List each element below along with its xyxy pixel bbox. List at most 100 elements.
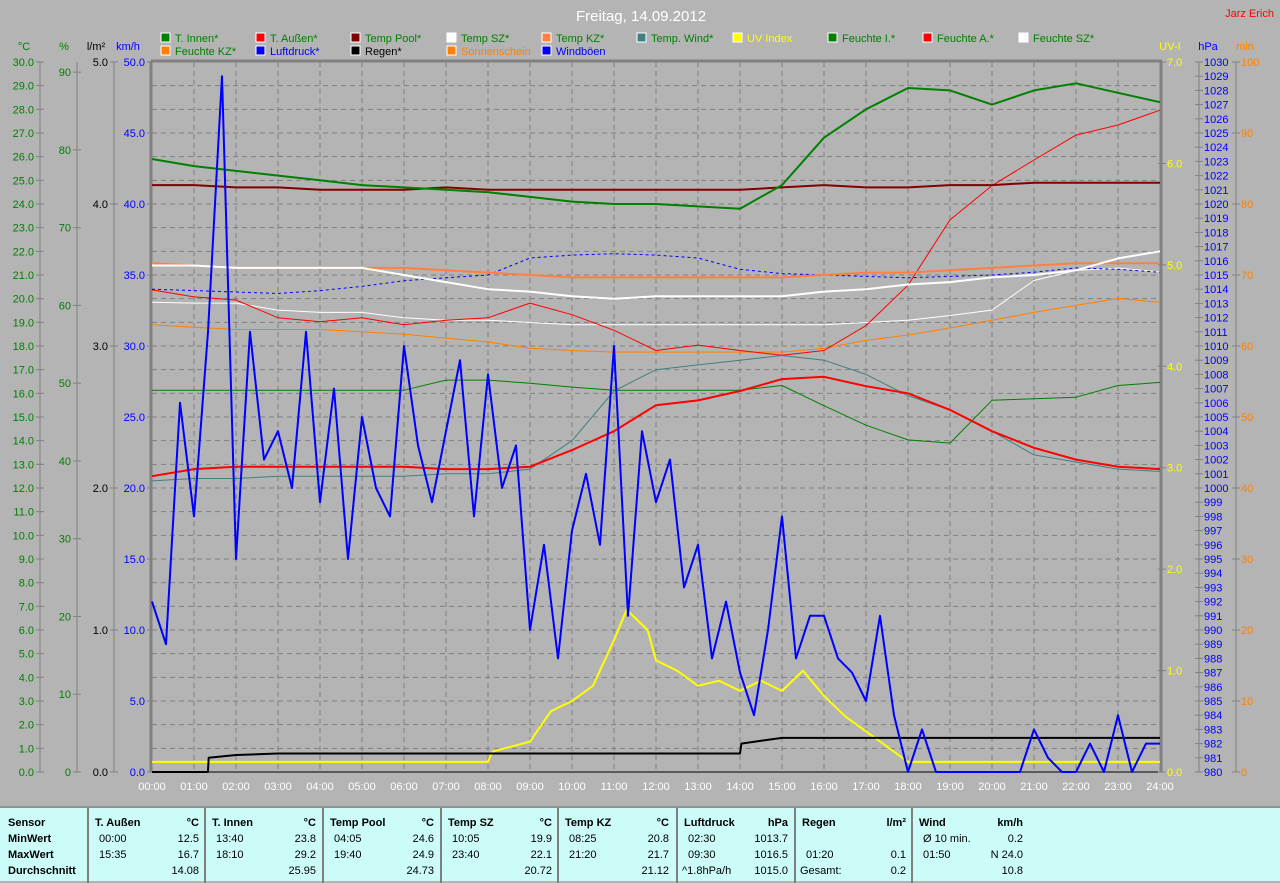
column-separator (911, 808, 913, 883)
section-unit: hPa (767, 817, 788, 829)
temp-tick-label: 4.0 (19, 672, 34, 684)
author-label: Jarz Erich (1225, 8, 1274, 20)
x-tick-label: 02:00 (222, 781, 250, 793)
hpa-tick-label: 980 (1204, 767, 1222, 779)
x-tick-label: 13:00 (684, 781, 712, 793)
legend-label: UV Index (747, 33, 793, 45)
max-time: 15:35 (99, 849, 127, 861)
wind-axis-unit: km/h (116, 41, 140, 53)
legend-label: Temp SZ* (461, 33, 510, 45)
column-separator (87, 808, 89, 883)
max-value: 22.1 (530, 849, 552, 861)
legend-swatch (732, 32, 743, 43)
rain-tick-label: 0.0 (93, 767, 108, 779)
hum-tick-label: 40 (59, 456, 71, 468)
hpa-tick-label: 1016 (1204, 256, 1228, 268)
temp-tick-label: 25.0 (13, 175, 34, 187)
column-separator (676, 808, 678, 883)
uv-tick-label: 1.0 (1167, 666, 1182, 678)
hpa-tick-label: 986 (1204, 682, 1222, 694)
min-tick-label: 60 (1241, 341, 1253, 353)
temp-tick-label: 7.0 (19, 601, 34, 613)
x-tick-label: 12:00 (642, 781, 670, 793)
section-unit: °C (539, 817, 552, 829)
statistics-table: Sensor MinWert MaxWert Durchschnitt T. Außen… (0, 806, 1280, 883)
temp-tick-label: 16.0 (13, 388, 34, 400)
max-time: 09:30 (688, 849, 716, 861)
legend-swatch (160, 32, 171, 43)
legend-label: T. Außen* (270, 33, 318, 45)
hpa-tick-label: 985 (1204, 696, 1222, 708)
hpa-tick-label: 991 (1204, 611, 1222, 623)
min-tick-label: 90 (1241, 128, 1253, 140)
wind-tick-label: 30.0 (124, 341, 145, 353)
section-unit: °C (303, 817, 316, 829)
temp-tick-label: 2.0 (19, 720, 34, 732)
wind-tick-label: 40.0 (124, 199, 145, 211)
chart-background (0, 0, 1280, 806)
row-label: MaxWert (8, 849, 54, 861)
wind-tick-label: 35.0 (124, 270, 145, 282)
column-separator (440, 808, 442, 883)
hpa-tick-label: 1008 (1204, 369, 1228, 381)
min-value: 12.5 (177, 833, 199, 845)
temp-tick-label: 19.0 (13, 317, 34, 329)
legend-swatch (255, 32, 266, 43)
hpa-tick-label: 1015 (1204, 270, 1228, 282)
hpa-axis-unit: hPa (1198, 41, 1218, 53)
x-tick-label: 15:00 (768, 781, 796, 793)
min-time: 02:30 (688, 833, 716, 845)
hpa-tick-label: 1013 (1204, 298, 1228, 310)
section-name: T. Innen (212, 817, 253, 829)
wind-tick-label: 15.0 (124, 554, 145, 566)
hpa-tick-label: 981 (1204, 753, 1222, 765)
temp-tick-label: 13.0 (13, 459, 34, 471)
min-time: 04:05 (334, 833, 362, 845)
min-tick-label: 70 (1241, 270, 1253, 282)
rain-tick-label: 4.0 (93, 199, 108, 211)
min-time: Ø 10 min. (923, 833, 971, 845)
temp-tick-label: 29.0 (13, 81, 34, 93)
avg-value: 24.73 (406, 865, 434, 877)
min-tick-label: 20 (1241, 625, 1253, 637)
min-tick-label: 30 (1241, 554, 1253, 566)
wind-tick-label: 5.0 (130, 696, 145, 708)
min-value: 23.8 (294, 833, 316, 845)
temp-tick-label: 24.0 (13, 199, 34, 211)
temp-tick-label: 8.0 (19, 578, 34, 590)
avg-value: 1015.0 (754, 865, 788, 877)
avg-value: 14.08 (171, 865, 199, 877)
hpa-tick-label: 1003 (1204, 440, 1228, 452)
temp-tick-label: 17.0 (13, 365, 34, 377)
section-name: Wind (919, 817, 946, 829)
hum-axis-unit: % (59, 41, 69, 53)
section-unit: l/m² (886, 817, 906, 829)
hum-tick-label: 30 (59, 534, 71, 546)
hpa-tick-label: 1024 (1204, 142, 1228, 154)
x-tick-label: 17:00 (852, 781, 880, 793)
section-name: T. Außen (95, 817, 141, 829)
hpa-tick-label: 998 (1204, 511, 1222, 523)
x-tick-label: 01:00 (180, 781, 208, 793)
hpa-tick-label: 1020 (1204, 199, 1228, 211)
x-tick-label: 19:00 (936, 781, 964, 793)
max-value: 29.2 (294, 849, 316, 861)
rain-tick-label: 5.0 (93, 57, 108, 69)
temp-tick-label: 18.0 (13, 341, 34, 353)
legend-swatch (827, 32, 838, 43)
legend-swatch (255, 45, 266, 56)
legend-label: Temp Pool* (365, 33, 422, 45)
min-value: 1013.7 (754, 833, 788, 845)
x-tick-label: 24:00 (1146, 781, 1174, 793)
max-value: 16.7 (177, 849, 199, 861)
hum-tick-label: 10 (59, 689, 71, 701)
max-time: 18:10 (216, 849, 244, 861)
temp-tick-label: 20.0 (13, 294, 34, 306)
column-separator (794, 808, 796, 883)
hpa-tick-label: 1001 (1204, 469, 1228, 481)
hum-tick-label: 60 (59, 300, 71, 312)
hpa-tick-label: 999 (1204, 497, 1222, 509)
min-tick-label: 50 (1241, 412, 1253, 424)
min-time: 00:00 (99, 833, 127, 845)
row-label: MinWert (8, 833, 52, 845)
